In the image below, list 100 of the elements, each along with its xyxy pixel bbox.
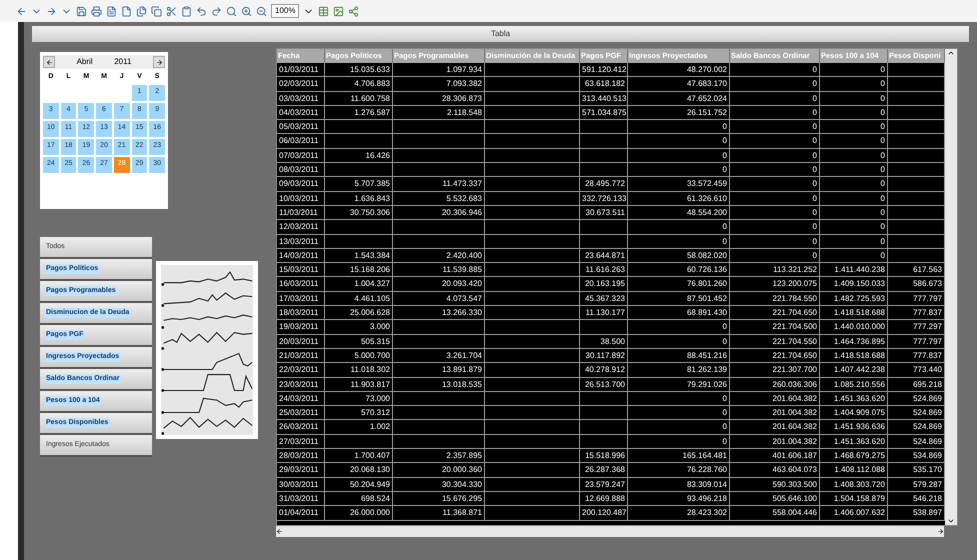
toolbar-icon[interactable] (241, 6, 252, 16)
zoom-field[interactable]: 100% (271, 4, 300, 18)
table-cell: 15.035.633 (350, 65, 390, 74)
table-cell: 0 (812, 94, 817, 103)
table-cell: 28.423.302 (686, 508, 727, 518)
table-cell: 2.420.400 (446, 250, 482, 260)
table-cell: 524.869 (913, 394, 942, 403)
table-cell: 23/03/2011 (279, 380, 318, 389)
table-cell: 0 (880, 94, 885, 103)
table-cell: 16.426 (366, 150, 390, 160)
table-cell: 201.004.382 (772, 436, 817, 446)
table-cell: 15.518.996 (584, 451, 625, 460)
table-cell: 25/03/2011 (279, 408, 318, 418)
table-cell: 12/03/2011 (279, 222, 318, 232)
toolbar-icon[interactable] (348, 6, 360, 16)
table-cell: 113.321.252 (773, 265, 817, 274)
table-cell: 1.085.210.556 (834, 380, 885, 389)
table-cell: 0 (880, 179, 885, 188)
toolbar-icon[interactable] (211, 6, 222, 16)
table-cell: 1.451.363.620 (834, 436, 885, 446)
table-cell: 1.451.936.636 (834, 422, 885, 432)
table-cell: 11.473.337 (442, 179, 482, 188)
next-month-button[interactable] (153, 56, 165, 68)
table-cell: 26.151.752 (686, 108, 727, 117)
table-cell: 221.704.500 (772, 322, 817, 332)
toolbar-icon[interactable] (151, 6, 162, 16)
table-cell: 13/03/2011 (279, 236, 318, 246)
table-cell: 0 (722, 165, 727, 174)
table-cell: 68.891.430 (686, 308, 727, 318)
table-cell: 05/03/2011 (279, 122, 318, 132)
table-cell: 0 (812, 108, 817, 117)
table-cell: 1.451.363.620 (834, 394, 885, 403)
table-cell: 1.700.407 (354, 451, 390, 460)
scroll-up-icon[interactable] (947, 49, 955, 57)
table-cell: 535.170 (913, 465, 942, 474)
table-cell: 30.304.330 (442, 480, 482, 489)
toolbar-icon[interactable] (91, 6, 102, 16)
table-cell: 28/03/2011 (279, 451, 318, 460)
table-cell: 0 (812, 122, 817, 132)
table-cell: 0 (722, 150, 727, 160)
table-cell: 06/03/2011 (279, 136, 318, 146)
toolbar-icon[interactable] (318, 6, 330, 16)
toolbar-icon[interactable] (166, 6, 177, 16)
table-cell: 14/03/2011 (279, 250, 318, 260)
scroll-left-icon[interactable] (276, 528, 283, 535)
toolbar-icon[interactable] (226, 6, 237, 16)
table-cell: 81.262.139 (686, 365, 727, 374)
toolbar-icon[interactable] (46, 6, 57, 16)
table-cell: 2.118.548 (447, 108, 482, 117)
table-cell: 26.513.700 (584, 380, 625, 389)
horizontal-scrollbar[interactable] (276, 526, 944, 537)
table-cell: 58.082.020 (686, 250, 727, 260)
table-cell: 48.270.002 (686, 65, 727, 74)
table-cell: 28.306.873 (442, 94, 482, 103)
toolbar-icon[interactable] (106, 6, 117, 16)
toolbar-icon[interactable] (181, 6, 192, 16)
table-cell: 0 (812, 136, 817, 146)
table-cell: 30.750.306 (350, 208, 390, 217)
table-cell: 0 (812, 236, 817, 246)
month-label[interactable]: Abril (76, 56, 93, 68)
table-cell: 777.837 (913, 350, 942, 360)
table-cell: 07/03/2011 (279, 150, 318, 160)
table-cell: 201.004.382 (772, 408, 817, 418)
table-cell: 165.164.481 (682, 451, 727, 460)
scroll-right-icon[interactable] (937, 528, 944, 535)
toolbar-icon[interactable] (121, 6, 132, 16)
table-cell: 401.606.187 (772, 451, 817, 460)
table-cell: 0 (722, 422, 727, 432)
table-cell: 332.726.133 (582, 194, 626, 203)
table-cell: 2.357.895 (446, 451, 482, 460)
table-cell: 524.869 (913, 408, 942, 418)
table-cell: 47.652.024 (686, 94, 727, 103)
table-cell: 20.000.360 (442, 465, 482, 474)
table-cell: 0 (812, 194, 817, 203)
table-cell: 0 (880, 150, 885, 160)
year-label[interactable]: 2011 (114, 56, 132, 68)
table-cell: 3.261.704 (446, 350, 482, 360)
toolbar-icon[interactable] (136, 6, 147, 16)
toolbar-icon[interactable] (196, 6, 207, 16)
scroll-down-icon[interactable] (947, 517, 955, 525)
table-cell: 200.120.487 (582, 508, 626, 518)
table-cell: 546.218 (913, 494, 942, 503)
table-cell: 13.018.535 (442, 380, 482, 389)
table-cell: 0 (722, 408, 727, 418)
table-cell: 45.367.323 (584, 294, 625, 303)
toolbar-icon[interactable] (16, 6, 27, 16)
previous-month-button[interactable] (43, 56, 55, 68)
table-cell: 30.673.511 (586, 208, 625, 217)
toolbar-icon[interactable] (333, 6, 344, 16)
table-cell: 0 (722, 122, 727, 132)
table-cell: 260.036.306 (772, 380, 817, 389)
toolbar-icon[interactable] (76, 6, 87, 16)
vertical-scrollbar[interactable] (945, 49, 957, 525)
table-cell: 0 (880, 79, 885, 88)
table-cell: 0 (880, 208, 885, 217)
table-cell: 695.218 (913, 380, 942, 389)
toolbar-icon[interactable] (256, 6, 267, 16)
table-cell: 0 (880, 165, 885, 174)
table-cell: 0 (812, 150, 817, 160)
table-cell: 571.034.875 (582, 108, 626, 117)
